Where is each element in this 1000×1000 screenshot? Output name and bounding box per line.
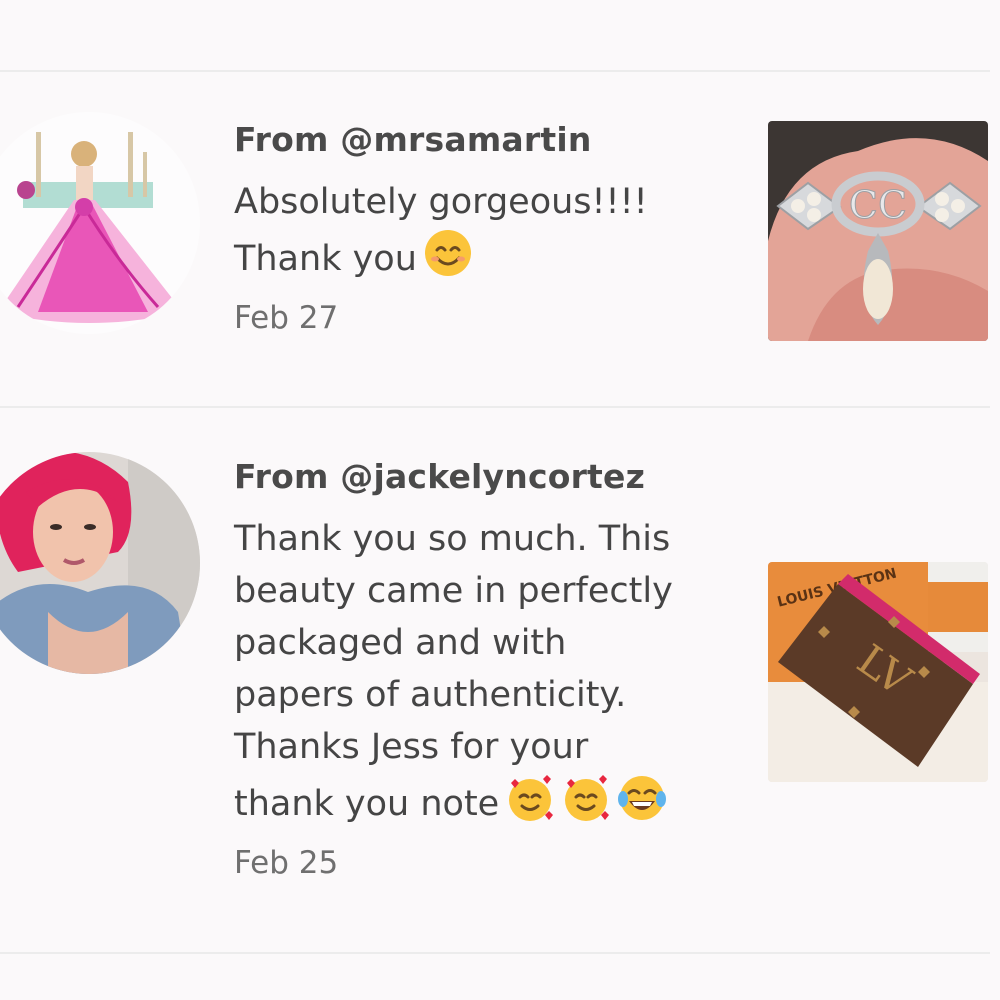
review-line: thank you note — [234, 773, 734, 830]
item-thumbnail[interactable]: CC — [768, 121, 988, 341]
review-line-text: Thank you — [234, 239, 417, 279]
ballgown-illustration-avatar — [0, 112, 200, 334]
smiling-face-with-hearts-emoji — [505, 773, 555, 823]
review-line: beauty came in perfectly — [234, 571, 673, 611]
review-line: papers of authenticity. — [234, 675, 627, 715]
card-holder-photo: LOUIS VUITTON LV — [768, 562, 988, 782]
review-date: Feb 25 — [234, 845, 339, 881]
item-thumbnail[interactable]: LOUIS VUITTON LV — [768, 562, 988, 782]
smiling-face-with-hearts-emoji — [561, 773, 611, 823]
review-line: Thanks Jess for your — [234, 727, 589, 767]
reviewer-name[interactable]: From @mrsamartin — [234, 120, 592, 159]
avatar[interactable] — [0, 452, 200, 674]
smiling-face-emoji — [423, 228, 473, 278]
pearl-brooch-photo: CC — [768, 121, 988, 341]
tears-of-joy-emoji — [617, 773, 667, 823]
review-date: Feb 27 — [234, 300, 339, 336]
review-line: Thank you so much. This — [234, 519, 671, 559]
divider — [0, 952, 990, 954]
review-line: packaged and with — [234, 623, 567, 663]
divider — [0, 406, 990, 408]
review-line: Absolutely gorgeous!!!! — [234, 182, 648, 222]
review-text: Absolutely gorgeous!!!! Thank you — [234, 176, 734, 285]
pink-hair-woman-avatar — [0, 452, 200, 674]
reviews-page: From @mrsamartin Absolutely gorgeous!!!!… — [0, 0, 1000, 1000]
review-line: Thank you — [234, 228, 734, 285]
review-text: Thank you so much. This beauty came in p… — [234, 513, 734, 830]
avatar[interactable] — [0, 112, 200, 334]
brooch-logo: CC — [849, 183, 907, 227]
review-line-text: thank you note — [234, 784, 500, 824]
reviewer-name[interactable]: From @jackelyncortez — [234, 457, 645, 496]
divider — [0, 70, 990, 72]
